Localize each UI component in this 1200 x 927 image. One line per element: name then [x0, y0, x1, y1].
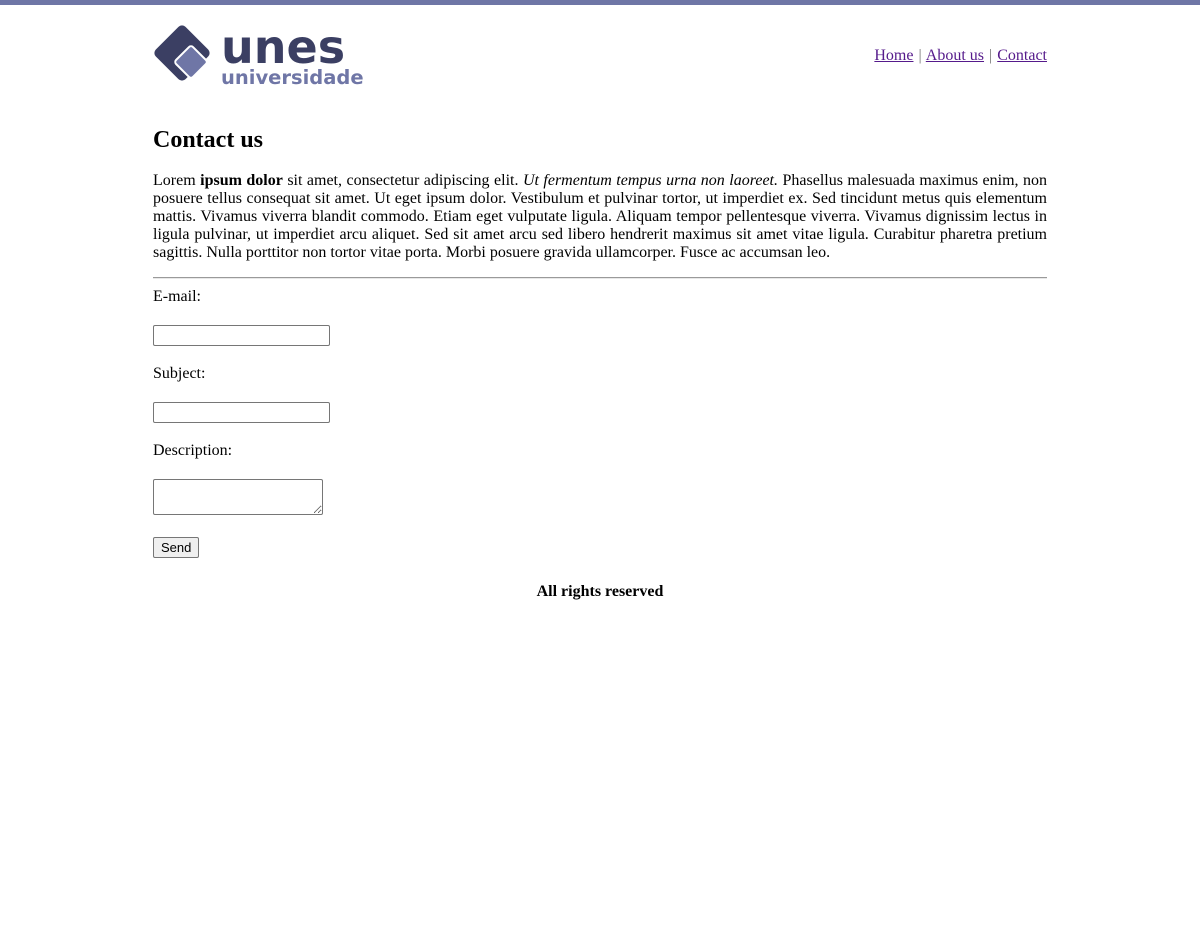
- intro-text: sit amet, consectetur adipiscing elit.: [282, 172, 523, 189]
- intro-italic-text: Ut fermentum tempus urna non laoreet.: [522, 172, 779, 189]
- subject-field[interactable]: [153, 402, 330, 423]
- logo-subword: universidade: [221, 66, 364, 85]
- contact-form: E-mail: Subject: Description: Send: [153, 288, 1047, 558]
- description-field[interactable]: [153, 479, 323, 515]
- nav-link-about[interactable]: About us: [926, 47, 984, 64]
- divider: [153, 277, 1047, 279]
- send-button[interactable]: Send: [153, 537, 200, 558]
- unes-logo[interactable]: unes universidade: [153, 25, 368, 85]
- page-title: Contact us: [153, 127, 264, 153]
- email-field[interactable]: [153, 325, 330, 346]
- subject-label: Subject:: [153, 365, 206, 382]
- top-nav: Home | About us | Contact: [874, 47, 1047, 65]
- intro-text: Lorem: [153, 172, 201, 189]
- nav-separator: |: [918, 47, 922, 64]
- email-label: E-mail:: [153, 288, 201, 305]
- page-container: unes universidade Home | About us | Cont…: [153, 5, 1047, 601]
- site-header: unes universidade Home | About us | Cont…: [153, 5, 1047, 95]
- nav-separator: |: [989, 47, 993, 64]
- description-label: Description:: [153, 442, 233, 459]
- intro-paragraph: Lorem ipsum dolor sit amet, consectetur …: [153, 172, 1047, 262]
- nav-link-home[interactable]: Home: [874, 47, 913, 64]
- logo-diamond-icon: [154, 25, 210, 81]
- footer-text: All rights reserved: [536, 583, 664, 600]
- intro-bold-text: ipsum dolor: [200, 172, 283, 189]
- nav-link-contact[interactable]: Contact: [997, 47, 1047, 64]
